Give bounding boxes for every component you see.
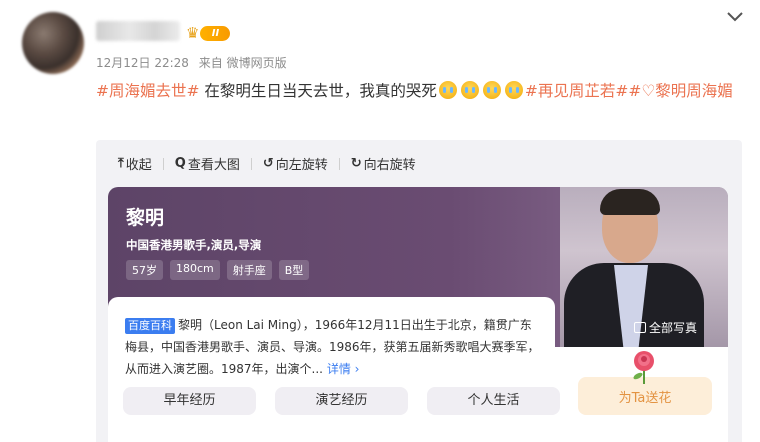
person-name: 黎明 bbox=[126, 207, 165, 229]
person-tags: 57岁 180cm 射手座 B型 bbox=[126, 260, 316, 280]
crying-emoji-icon bbox=[438, 81, 457, 99]
more-link: 详情 › bbox=[326, 362, 360, 376]
rotate-right-button[interactable]: ↻ 向右旋转 bbox=[351, 154, 416, 173]
all-photos-label: 全部写真 bbox=[649, 321, 698, 335]
post-meta: 12月12日 22:28 来自 微博网页版 bbox=[96, 54, 293, 71]
crying-emoji-icon bbox=[482, 81, 501, 99]
hashtag-link[interactable]: #周海媚去世# bbox=[96, 82, 199, 100]
all-photos-button: 全部写真 bbox=[634, 319, 697, 336]
post-text: #周海媚去世# 在黎明生日当天去世，我真的哭死 #再见周芷若##♡黎明周海媚 bbox=[96, 77, 742, 105]
collapse-label: 收起 bbox=[125, 158, 152, 173]
crying-emoji-icon bbox=[504, 81, 523, 99]
rotate-right-label: 向右旋转 bbox=[363, 158, 416, 173]
collapse-icon: ⤒ bbox=[118, 156, 124, 171]
hashtag-link[interactable]: #再见周芷若# bbox=[525, 82, 628, 100]
summary-text: 百度百科 黎明（Leon Lai Ming），1966年12月11日出生于北京，籍… bbox=[125, 314, 541, 380]
view-large-button[interactable]: Q 查看大图 bbox=[175, 154, 240, 173]
post-source: 来自 微博网页版 bbox=[198, 56, 287, 70]
section-buttons: 早年经历 演艺经历 个人生活 bbox=[123, 387, 579, 415]
early-life-button: 早年经历 bbox=[123, 387, 256, 415]
rotate-left-button[interactable]: ↺ 向左旋转 bbox=[263, 154, 328, 173]
personal-life-button: 个人生活 bbox=[427, 387, 560, 415]
tag-blood: B型 bbox=[278, 260, 310, 280]
vip-level: II bbox=[200, 25, 231, 41]
tag-height: 180cm bbox=[170, 260, 220, 280]
source-badge: 百度百科 bbox=[125, 318, 175, 334]
crown-icon: ♛ bbox=[186, 24, 200, 42]
hashtag-link[interactable]: #♡黎明周海媚 bbox=[628, 82, 732, 100]
divider bbox=[338, 157, 340, 170]
photo-icon bbox=[634, 322, 646, 333]
image-toolbar: ⤒ 收起 Q 查看大图 ↺ 向左旋转 ↻ 向右旋转 bbox=[118, 154, 416, 173]
divider bbox=[162, 157, 164, 170]
rotate-left-label: 向左旋转 bbox=[275, 158, 328, 173]
avatar[interactable] bbox=[22, 12, 84, 74]
crying-emoji-icon bbox=[460, 81, 479, 99]
person-subtitle: 中国香港男歌手,演员,导演 bbox=[126, 238, 262, 252]
collapse-button[interactable]: ⤒ 收起 bbox=[118, 154, 152, 173]
career-button: 演艺经历 bbox=[275, 387, 408, 415]
portrait-photo: 全部写真 bbox=[560, 187, 728, 347]
rose-icon bbox=[633, 351, 654, 384]
tag-zodiac: 射手座 bbox=[226, 260, 272, 280]
divider bbox=[250, 157, 252, 170]
username-blurred[interactable] bbox=[96, 21, 180, 41]
chevron-down-icon[interactable] bbox=[726, 10, 744, 24]
tag-age: 57岁 bbox=[126, 260, 163, 280]
rotate-right-icon: ↻ bbox=[350, 156, 362, 171]
post-body: 在黎明生日当天去世，我真的哭死 bbox=[199, 82, 437, 100]
vip-badge[interactable]: ♛ II bbox=[186, 24, 231, 42]
post-time[interactable]: 12月12日 22:28 bbox=[96, 56, 189, 70]
summary-panel: 百度百科 黎明（Leon Lai Ming），1966年12月11日出生于北京，籍… bbox=[108, 297, 555, 442]
baike-card-image[interactable]: 黎明 中国香港男歌手,演员,导演 57岁 180cm 射手座 B型 全部写真 百… bbox=[108, 187, 728, 442]
view-large-label: 查看大图 bbox=[187, 158, 240, 173]
image-viewer: ⤒ 收起 Q 查看大图 ↺ 向左旋转 ↻ 向右旋转 黎明 中国香港男歌手,演员,… bbox=[96, 140, 742, 442]
magnifier-icon: Q bbox=[174, 156, 186, 171]
rotate-left-icon: ↺ bbox=[262, 156, 274, 171]
